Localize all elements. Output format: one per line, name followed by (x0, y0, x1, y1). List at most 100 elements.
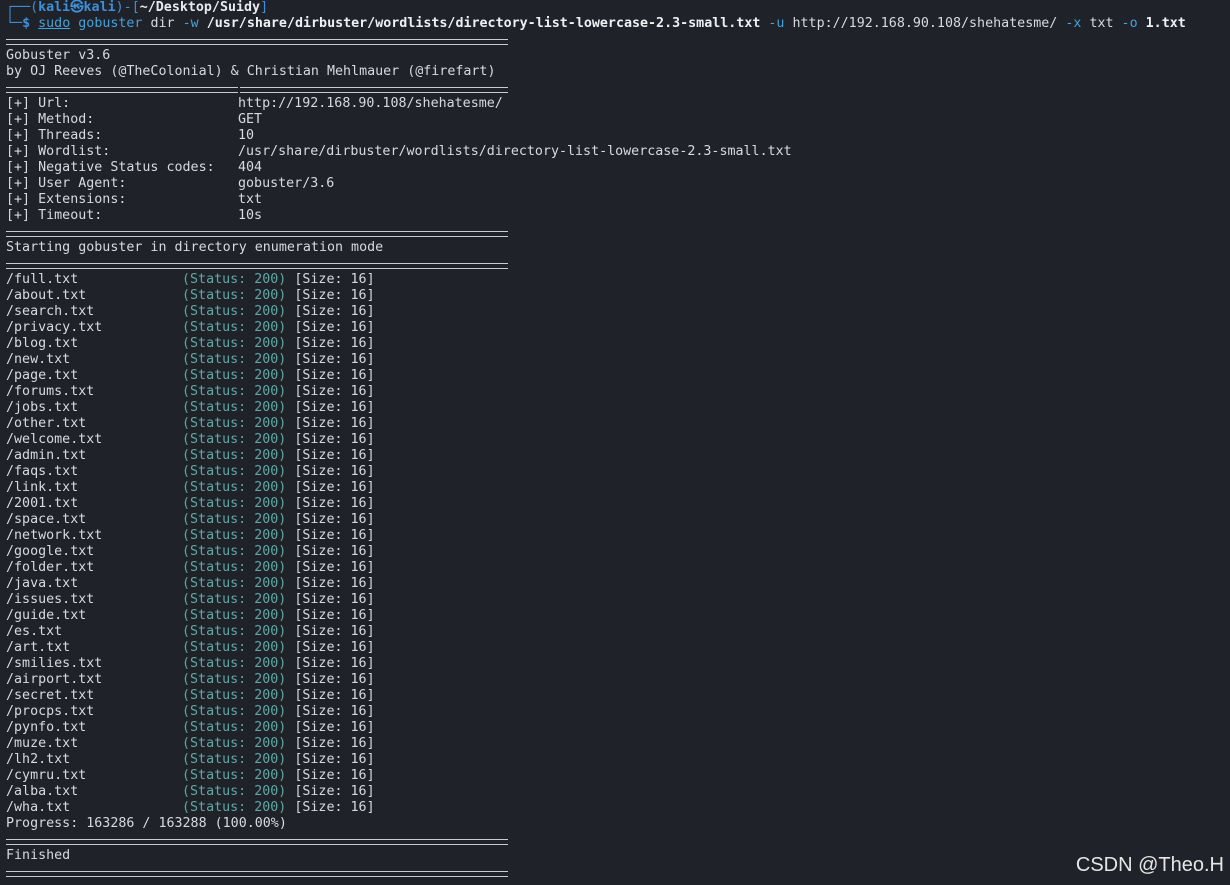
result-status: (Status: 200) (182, 400, 287, 415)
result-row: /issues.txt (Status: 200) [Size: 16] (6, 592, 1216, 608)
result-status: (Status: 200) (182, 592, 287, 607)
result-status: (Status: 200) (182, 560, 287, 575)
result-row: /faqs.txt (Status: 200) [Size: 16] (6, 464, 1216, 480)
result-status: (Status: 200) (182, 672, 287, 687)
result-row: /forums.txt (Status: 200) [Size: 16] (6, 384, 1216, 400)
result-path: /lh2.txt (6, 752, 71, 767)
separator (6, 832, 1216, 848)
result-size: [Size: 16] (294, 368, 375, 383)
result-path: /alba.txt (6, 784, 79, 799)
result-size: [Size: 16] (294, 416, 375, 431)
prompt-box-bottom: └─ (6, 16, 23, 31)
result-row: /about.txt (Status: 200) [Size: 16] (6, 288, 1216, 304)
result-status: (Status: 200) (182, 464, 287, 479)
result-path: /forums.txt (6, 384, 95, 399)
result-status: (Status: 200) (182, 624, 287, 639)
command-line: └─$ sudo gobuster dir -w /usr/share/dirb… (6, 16, 1216, 32)
result-status: (Status: 200) (182, 448, 287, 463)
result-path: /secret.txt (6, 688, 95, 703)
result-path: /search.txt (6, 304, 95, 319)
result-status: (Status: 200) (182, 608, 287, 623)
result-row: /airport.txt (Status: 200) [Size: 16] (6, 672, 1216, 688)
result-status: (Status: 200) (182, 528, 287, 543)
config-row: [+] Wordlist: /usr/share/dirbuster/wordli… (6, 144, 1216, 160)
result-path: /java.txt (6, 576, 79, 591)
result-path: /about.txt (6, 288, 87, 303)
result-path: /wha.txt (6, 800, 71, 815)
prompt-bracket-close: ] (260, 0, 269, 15)
result-path: /full.txt (6, 272, 79, 287)
config-key: [+] Method: (6, 112, 95, 127)
result-row: /full.txt (Status: 200) [Size: 16] (6, 272, 1216, 288)
result-row: /space.txt (Status: 200) [Size: 16] (6, 512, 1216, 528)
result-row: /welcome.txt (Status: 200) [Size: 16] (6, 432, 1216, 448)
result-row: /new.txt (Status: 200) [Size: 16] (6, 352, 1216, 368)
result-size: [Size: 16] (294, 288, 375, 303)
result-status: (Status: 200) (182, 688, 287, 703)
result-row: /wha.txt (Status: 200) [Size: 16] (6, 800, 1216, 816)
result-size: [Size: 16] (294, 384, 375, 399)
result-status: (Status: 200) (182, 496, 287, 511)
result-row: /search.txt (Status: 200) [Size: 16] (6, 304, 1216, 320)
result-size: [Size: 16] (294, 336, 375, 351)
result-row: /network.txt (Status: 200) [Size: 16] (6, 528, 1216, 544)
result-row: /procps.txt (Status: 200) [Size: 16] (6, 704, 1216, 720)
config-key: [+] Negative Status codes: (6, 160, 215, 175)
result-status: (Status: 200) (182, 432, 287, 447)
config-row: [+] Method: GET (6, 112, 1216, 128)
result-status: (Status: 200) (182, 576, 287, 591)
result-size: [Size: 16] (294, 304, 375, 319)
result-size: [Size: 16] (294, 560, 375, 575)
config-row: [+] User Agent: gobuster/3.6 (6, 176, 1216, 192)
result-row: /other.txt (Status: 200) [Size: 16] (6, 416, 1216, 432)
flag-o: -o (1121, 16, 1138, 31)
finished-line: Finished (6, 848, 71, 863)
command-sudo: sudo (38, 16, 71, 31)
result-row: /es.txt (Status: 200) [Size: 16] (6, 624, 1216, 640)
config-key: [+] Threads: (6, 128, 103, 143)
config-key: [+] User Agent: (6, 176, 127, 191)
separator (6, 80, 1216, 96)
result-path: /privacy.txt (6, 320, 103, 335)
flag-u: -u (768, 16, 785, 31)
result-status: (Status: 200) (182, 272, 287, 287)
result-size: [Size: 16] (294, 800, 375, 815)
result-size: [Size: 16] (294, 496, 375, 511)
result-status: (Status: 200) (182, 656, 287, 671)
result-size: [Size: 16] (294, 784, 375, 799)
config-value: 404 (238, 160, 263, 175)
result-row: /guide.txt (Status: 200) [Size: 16] (6, 608, 1216, 624)
result-status: (Status: 200) (182, 784, 287, 799)
command-subcmd: dir (150, 16, 175, 31)
result-row: /2001.txt (Status: 200) [Size: 16] (6, 496, 1216, 512)
result-row: /lh2.txt (Status: 200) [Size: 16] (6, 752, 1216, 768)
result-size: [Size: 16] (294, 752, 375, 767)
result-size: [Size: 16] (294, 352, 375, 367)
result-status: (Status: 200) (182, 320, 287, 335)
result-size: [Size: 16] (294, 720, 375, 735)
terminal-output[interactable]: ┌──(kali㉿kali)-[~/Desktop/Suidy] └─$ sud… (6, 0, 1216, 880)
prompt-box-top: ┌──( (6, 0, 39, 15)
result-status: (Status: 200) (182, 384, 287, 399)
result-size: [Size: 16] (294, 464, 375, 479)
result-status: (Status: 200) (182, 800, 287, 815)
config-row: [+] Negative Status codes: 404 (6, 160, 1216, 176)
result-row: /smilies.txt (Status: 200) [Size: 16] (6, 656, 1216, 672)
command-outfile: 1.txt (1145, 16, 1186, 31)
command-wordlist: /usr/share/dirbuster/wordlists/directory… (206, 16, 761, 31)
result-status: (Status: 200) (182, 640, 287, 655)
result-path: /jobs.txt (6, 400, 79, 415)
result-path: /google.txt (6, 544, 95, 559)
result-size: [Size: 16] (294, 672, 375, 687)
command-gobuster: gobuster (78, 16, 143, 31)
result-path: /link.txt (6, 480, 79, 495)
command-url: http://192.168.90.108/shehatesme/ (792, 16, 1058, 31)
result-path: /guide.txt (6, 608, 87, 623)
result-status: (Status: 200) (182, 368, 287, 383)
config-value: txt (238, 192, 263, 207)
command-ext: txt (1089, 16, 1114, 31)
config-row: [+] Url: http://192.168.90.108/shehatesme… (6, 96, 1216, 112)
watermark: CSDN @Theo.H (1075, 854, 1224, 876)
result-row: /alba.txt (Status: 200) [Size: 16] (6, 784, 1216, 800)
result-row: /folder.txt (Status: 200) [Size: 16] (6, 560, 1216, 576)
